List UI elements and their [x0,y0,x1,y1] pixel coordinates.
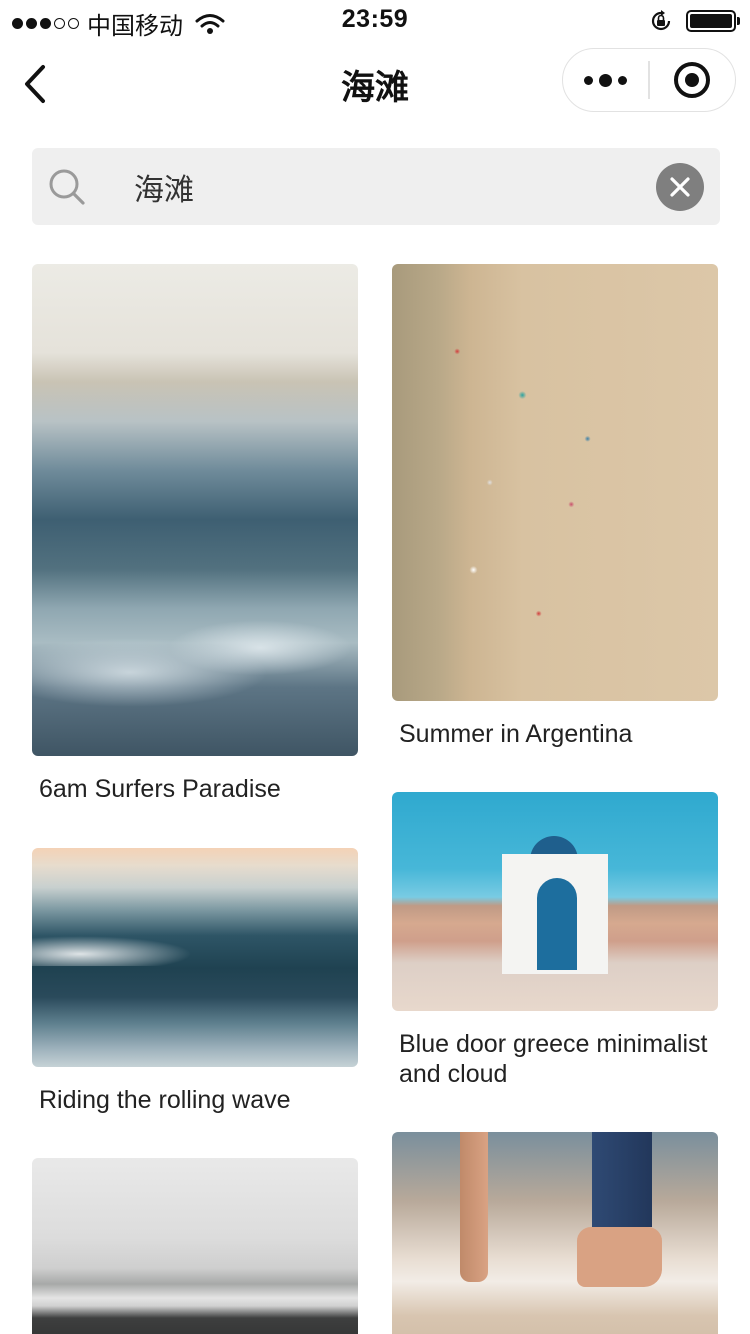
card-image [32,1158,358,1334]
clear-search-button[interactable] [656,163,704,211]
photo-card[interactable] [32,1158,358,1334]
image-wave-foam [32,936,192,966]
status-bar: 中国移动 23:59 [0,0,750,40]
search-icon [49,169,85,205]
rotation-lock-icon [651,10,671,31]
search-input[interactable] [134,168,654,206]
target-circle-icon [674,62,711,98]
status-right [648,8,740,34]
card-image [392,264,718,701]
close-icon [670,177,690,197]
image-foot [577,1227,662,1287]
card-image [392,1132,718,1334]
card-caption: Summer in Argentina [399,720,633,748]
card-caption: 6am Surfers Paradise [39,775,281,803]
photo-card[interactable] [392,1132,718,1334]
image-leg [460,1132,488,1282]
card-image [392,792,718,1011]
card-caption: Blue door greece minimalist and cloud [399,1030,708,1088]
image-jeans [592,1132,652,1227]
card-caption: Riding the rolling wave [39,1086,291,1114]
image-door [537,878,577,970]
close-miniprogram-button[interactable] [650,49,735,111]
photo-card[interactable]: Riding the rolling wave [32,848,358,1115]
more-dots-icon [584,75,594,85]
photo-card[interactable]: Summer in Argentina [392,264,718,749]
photo-card[interactable]: Blue door greece minimalist and cloud [392,792,718,1089]
card-image [32,264,358,756]
status-time: 23:59 [341,5,409,33]
more-button[interactable] [563,49,648,111]
miniprogram-capsule [562,48,736,112]
battery-icon [686,10,740,32]
card-image [32,848,358,1067]
search-bar [32,148,720,225]
navigation-bar: 海滩 [0,40,750,128]
photo-card[interactable]: 6am Surfers Paradise [32,264,358,804]
